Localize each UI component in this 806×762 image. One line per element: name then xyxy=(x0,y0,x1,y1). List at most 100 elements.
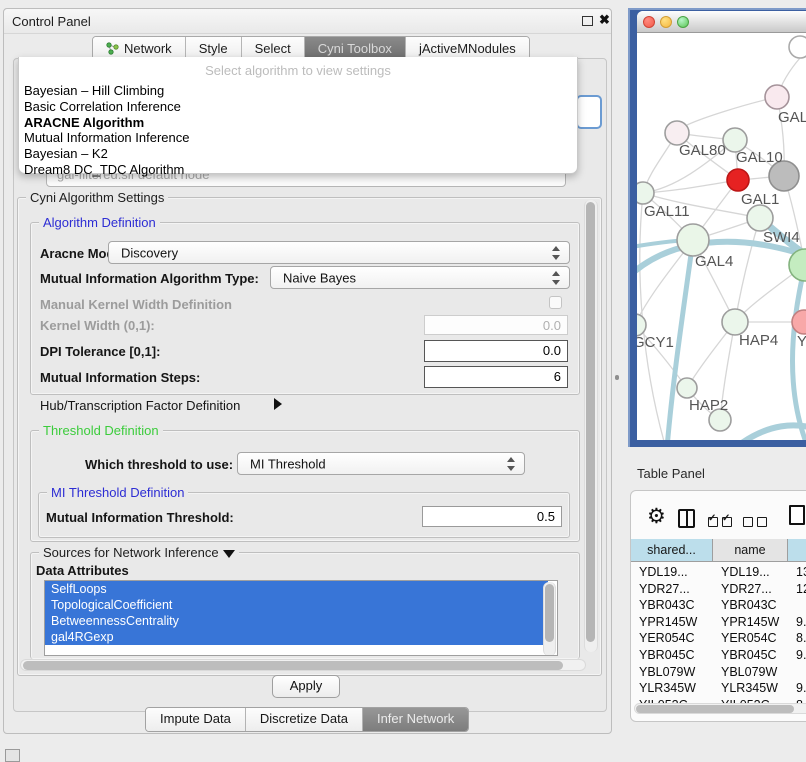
mi-type-label: Mutual Information Algorithm Type: xyxy=(40,271,259,286)
algorithm-option[interactable]: Basic Correlation Inference xyxy=(19,99,577,115)
table-cell[interactable]: 13 xyxy=(788,564,806,581)
split-columns-icon[interactable] xyxy=(678,509,695,528)
tab-select[interactable]: Select xyxy=(242,37,305,59)
table-cell[interactable]: YPR145W xyxy=(713,614,788,631)
attribute-list-item[interactable]: TopologicalCoefficient xyxy=(45,597,548,613)
table-column-header[interactable]: shared... xyxy=(631,539,713,562)
algorithm-option[interactable]: Dream8 DC_TDC Algorithm xyxy=(19,162,577,178)
expand-arrow-icon[interactable] xyxy=(274,398,282,410)
network-edge[interactable] xyxy=(735,218,760,322)
network-edge-highlighted[interactable] xyxy=(793,265,806,440)
gear-icon[interactable]: ⚙ xyxy=(647,506,666,527)
attribute-list-item[interactable]: gal4RGexp xyxy=(45,629,548,645)
cyni-settings-group-title: Cyni Algorithm Settings xyxy=(26,190,168,205)
mi-steps-field[interactable]: 6 xyxy=(424,366,568,388)
network-node[interactable] xyxy=(747,205,773,231)
network-node-label: GCY1 xyxy=(637,334,674,351)
network-window-titlebar[interactable] xyxy=(637,11,806,33)
table-cell[interactable]: YDR27... xyxy=(631,581,713,598)
settings-hscrollbar[interactable] xyxy=(20,659,586,671)
table-cell[interactable]: YBR043C xyxy=(713,597,788,614)
attributes-vscrollbar[interactable] xyxy=(543,582,556,656)
mi-type-combobox[interactable]: Naive Bayes xyxy=(270,266,570,289)
table-cell[interactable]: YLR345W xyxy=(713,680,788,697)
table-cell[interactable]: 9. xyxy=(788,647,806,664)
network-node[interactable] xyxy=(765,85,789,109)
algorithm-combobox-fragment[interactable] xyxy=(576,95,602,129)
table-cell[interactable]: 12 xyxy=(788,581,806,598)
tab-impute-data[interactable]: Impute Data xyxy=(146,708,246,731)
table-cell[interactable]: YER054C xyxy=(713,630,788,647)
network-node[interactable] xyxy=(789,36,806,58)
node-table: shared...nameAYDL19...YDL19...13YDR27...… xyxy=(631,539,806,711)
kernel-width-field[interactable]: 0.0 xyxy=(424,315,568,335)
float-window-icon[interactable] xyxy=(582,16,593,26)
document-icon[interactable] xyxy=(789,505,805,525)
close-traffic-light[interactable] xyxy=(643,16,655,28)
table-cell[interactable]: YER054C xyxy=(631,630,713,647)
tab-network[interactable]: Network xyxy=(93,37,186,59)
tab-cyni-toolbox[interactable]: Cyni Toolbox xyxy=(305,37,406,59)
table-column-header[interactable]: name xyxy=(713,539,788,562)
which-threshold-combobox[interactable]: MI Threshold xyxy=(237,452,525,475)
table-cell[interactable]: YBR043C xyxy=(631,597,713,614)
table-column-header[interactable]: A xyxy=(788,539,806,562)
network-node[interactable] xyxy=(677,378,697,398)
table-cell[interactable]: YDL19... xyxy=(713,564,788,581)
network-node-label: GAL1 xyxy=(741,191,779,208)
table-cell[interactable]: YDL19... xyxy=(631,564,713,581)
attribute-list-item[interactable]: SelfLoops xyxy=(45,581,548,597)
data-attributes-list[interactable]: SelfLoopsTopologicalCoefficientBetweenne… xyxy=(44,580,558,656)
algorithm-option[interactable]: ARACNE Algorithm xyxy=(19,115,577,131)
table-cell[interactable]: 9. xyxy=(788,680,806,697)
table-cell[interactable] xyxy=(788,597,806,614)
mi-threshold-field[interactable]: 0.5 xyxy=(422,506,562,527)
algorithm-definition-title: Algorithm Definition xyxy=(39,215,160,230)
table-cell[interactable]: 8. xyxy=(788,630,806,647)
network-node[interactable] xyxy=(637,314,646,336)
panel-divider-handle[interactable] xyxy=(615,375,619,380)
algorithm-option[interactable]: Mutual Information Inference xyxy=(19,130,577,146)
tab-select-label: Select xyxy=(255,41,291,56)
zoom-traffic-light[interactable] xyxy=(677,16,689,28)
minimize-traffic-light[interactable] xyxy=(660,16,672,28)
table-cell[interactable]: 9. xyxy=(788,614,806,631)
settings-vscrollbar[interactable] xyxy=(584,200,598,652)
tab-infer-network[interactable]: Infer Network xyxy=(363,708,468,731)
kernel-width-label: Kernel Width (0,1): xyxy=(40,318,155,333)
network-edge[interactable] xyxy=(687,97,777,125)
collapsed-panel-button[interactable] xyxy=(5,749,20,762)
table-cell[interactable]: YBL079W xyxy=(713,664,788,681)
table-cell[interactable]: YBR045C xyxy=(713,647,788,664)
network-node[interactable] xyxy=(637,182,654,204)
attribute-list-item[interactable]: BetweennessCentrality xyxy=(45,613,548,629)
network-node[interactable] xyxy=(727,169,749,191)
table-hscrollbar[interactable] xyxy=(634,703,806,714)
tab-jactivemnodules[interactable]: jActiveMNodules xyxy=(406,37,529,59)
table-cell[interactable]: YPR145W xyxy=(631,614,713,631)
table-cell[interactable] xyxy=(788,664,806,681)
table-cell[interactable]: YDR27... xyxy=(713,581,788,598)
network-edge[interactable] xyxy=(643,180,738,193)
table-cell[interactable]: YBL079W xyxy=(631,664,713,681)
network-view-window[interactable]: GALGAL80GAL10GAL1GAL11SWI4GAL4GCY1HAP4YH… xyxy=(637,11,806,440)
checked-columns-icon[interactable] xyxy=(708,514,736,532)
apply-button[interactable]: Apply xyxy=(272,675,340,698)
manual-kernel-checkbox[interactable] xyxy=(549,296,562,309)
aracne-mode-combobox[interactable]: Discovery xyxy=(108,241,570,264)
tab-style[interactable]: Style xyxy=(186,37,242,59)
network-edge[interactable] xyxy=(640,193,665,440)
network-canvas[interactable]: GALGAL80GAL10GAL1GAL11SWI4GAL4GCY1HAP4YH… xyxy=(637,33,806,440)
algorithm-option[interactable]: Bayesian – K2 xyxy=(19,146,577,162)
collapse-arrow-icon[interactable] xyxy=(223,550,235,558)
network-edge-highlighted[interactable] xyxy=(735,425,806,440)
table-cell[interactable]: YLR345W xyxy=(631,680,713,697)
close-icon[interactable]: ✖ xyxy=(599,12,610,28)
network-node[interactable] xyxy=(677,224,709,256)
unchecked-columns-icon[interactable] xyxy=(743,514,771,532)
dpi-tolerance-field[interactable]: 0.0 xyxy=(424,340,568,362)
algorithm-option[interactable]: Bayesian – Hill Climbing xyxy=(19,83,577,99)
which-threshold-label: Which threshold to use: xyxy=(85,457,233,472)
tab-discretize-data[interactable]: Discretize Data xyxy=(246,708,363,731)
table-cell[interactable]: YBR045C xyxy=(631,647,713,664)
